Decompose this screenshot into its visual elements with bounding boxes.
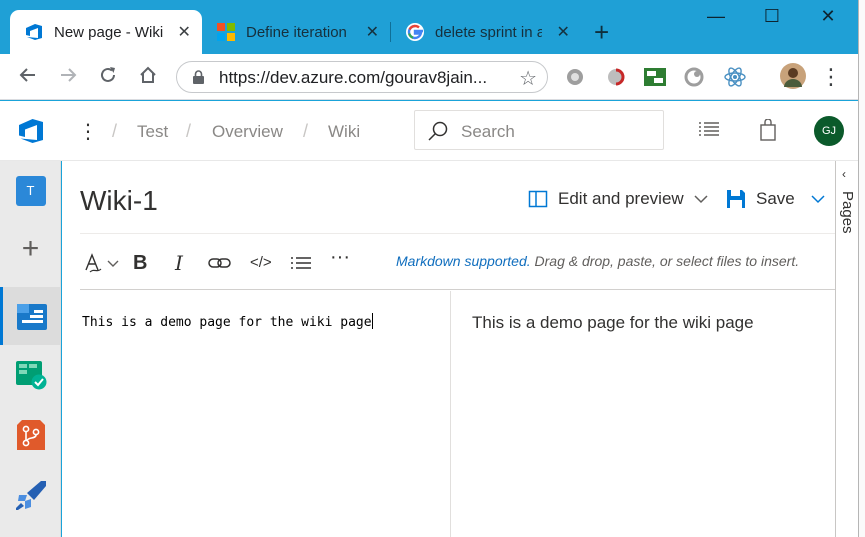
react-devtools-icon[interactable]: [724, 67, 746, 87]
nav-project[interactable]: T: [0, 163, 61, 219]
project-badge: T: [15, 176, 46, 206]
nav-overview[interactable]: [0, 287, 61, 345]
nav-pipelines[interactable]: [0, 467, 61, 523]
close-window-button[interactable]: ✕: [813, 6, 843, 27]
home-icon: [140, 66, 156, 83]
back-button[interactable]: [16, 65, 40, 89]
tab-wiki[interactable]: New page - Wiki ✕: [10, 10, 202, 54]
left-navigation: T +: [0, 161, 61, 537]
url-text: https://dev.azure.com/gourav8jain...: [219, 68, 488, 87]
view-mode-label: Edit and preview: [558, 189, 684, 208]
chevron-down-icon: [694, 195, 708, 204]
home-button[interactable]: [136, 65, 160, 89]
browser-menu-button[interactable]: ⋮: [819, 65, 843, 89]
breadcrumb-separator: /: [303, 121, 309, 141]
wiki-editor-area: Wiki-1 Edit and preview Save B I </> ···…: [62, 161, 835, 537]
lock-icon: [193, 70, 204, 84]
forward-button[interactable]: [56, 65, 80, 89]
address-bar[interactable]: https://dev.azure.com/gourav8jain... ☆: [176, 61, 548, 93]
editor-text: This is a demo page for the wiki page: [82, 315, 372, 330]
code-button[interactable]: </>: [250, 252, 272, 274]
more-format-button[interactable]: ···: [330, 246, 350, 268]
list-button[interactable]: [290, 252, 312, 274]
nav-boards[interactable]: [0, 347, 61, 403]
markdown-editor[interactable]: This is a demo page for the wiki page: [80, 291, 451, 537]
editor-content[interactable]: This is a demo page for the wiki page: [82, 313, 373, 330]
tab-delete-sprint[interactable]: delete sprint in a ✕: [391, 10, 581, 54]
save-label: Save: [756, 189, 795, 208]
extension-green-icon[interactable]: [644, 67, 666, 87]
chevron-left-icon[interactable]: ‹: [842, 167, 846, 181]
task-list-icon[interactable]: [698, 121, 720, 144]
save-icon: [727, 190, 745, 208]
reload-button[interactable]: [96, 65, 120, 89]
breadcrumb-wiki[interactable]: Wiki: [328, 122, 360, 142]
view-mode-dropdown[interactable]: Edit and preview: [528, 189, 708, 209]
tab-title: New page - Wiki: [54, 23, 163, 41]
pages-panel[interactable]: ‹ Pages: [835, 161, 858, 537]
extension-circle-icon[interactable]: [684, 67, 704, 87]
extension-grey-icon[interactable]: [565, 67, 585, 87]
pipelines-icon: [15, 481, 46, 510]
profile-avatar[interactable]: [780, 63, 806, 89]
extension-red-icon[interactable]: [606, 67, 626, 87]
breadcrumb-overview[interactable]: Overview: [212, 122, 283, 142]
breadcrumb-project[interactable]: Test: [137, 122, 168, 142]
pages-label[interactable]: Pages: [839, 191, 856, 234]
repos-icon: [16, 420, 45, 450]
drag-drop-hint: Drag & drop, paste, or select files to i…: [530, 253, 800, 269]
preview-content: This is a demo page for the wiki page: [472, 313, 754, 332]
markdown-supported-link[interactable]: Markdown supported.: [396, 253, 531, 269]
google-icon: [405, 22, 425, 42]
search-box[interactable]: Search: [414, 110, 664, 150]
maximize-button[interactable]: ☐: [757, 6, 787, 27]
plus-icon: +: [21, 232, 40, 265]
arrow-right-icon: [61, 68, 77, 82]
tab-title: Define iteration: [246, 23, 347, 41]
link-icon: [208, 258, 231, 268]
more-actions-button[interactable]: ⋮: [78, 119, 98, 144]
background-window-edge: [858, 0, 865, 537]
markdown-hint: Markdown supported. Drag & drop, paste, …: [396, 253, 799, 269]
close-icon[interactable]: ✕: [177, 22, 193, 42]
text-caret: [371, 313, 373, 329]
italic-button[interactable]: I: [175, 252, 183, 274]
azure-devops-icon: [24, 22, 44, 42]
breadcrumb-separator: /: [112, 121, 118, 141]
bold-button[interactable]: B: [133, 252, 147, 274]
tab-define-iteration[interactable]: Define iteration ✕: [202, 10, 390, 54]
close-icon[interactable]: ✕: [365, 22, 380, 42]
user-avatar[interactable]: GJ: [814, 116, 844, 146]
search-placeholder: Search: [461, 122, 515, 141]
search-icon: [428, 121, 448, 141]
nav-add[interactable]: +: [0, 221, 61, 277]
reload-icon: [101, 67, 115, 82]
header-format-button[interactable]: [84, 252, 120, 274]
microsoft-icon: [216, 22, 236, 42]
marketplace-bag-icon[interactable]: [759, 118, 777, 146]
overview-icon: [17, 304, 47, 330]
star-icon[interactable]: ☆: [519, 66, 537, 91]
arrow-left-icon: [19, 68, 35, 82]
format-toolbar: B I </> ··· Markdown supported. Drag & d…: [80, 233, 835, 290]
minimize-button[interactable]: —: [701, 6, 731, 27]
tab-title: delete sprint in a: [435, 23, 542, 41]
boards-icon: [15, 361, 46, 390]
bulleted-list-icon: [291, 257, 311, 269]
new-tab-button[interactable]: +: [594, 19, 609, 45]
nav-repos[interactable]: [0, 407, 61, 463]
page-title[interactable]: Wiki-1: [80, 185, 158, 217]
link-button[interactable]: [208, 252, 232, 274]
breadcrumb-separator: /: [186, 121, 192, 141]
browser-toolbar: https://dev.azure.com/gourav8jain... ☆ ⋮: [0, 54, 858, 100]
save-button[interactable]: Save: [726, 189, 825, 209]
text-format-icon: [85, 253, 119, 273]
split-view-icon: [528, 190, 548, 208]
ado-header: ⋮ / Test / Overview / Wiki Search GJ: [0, 101, 858, 161]
chevron-down-icon[interactable]: [811, 194, 825, 204]
azure-devops-logo[interactable]: [16, 116, 46, 151]
close-icon[interactable]: ✕: [556, 22, 571, 42]
browser-tab-strip: New page - Wiki ✕ Define iteration ✕ del…: [0, 0, 858, 54]
